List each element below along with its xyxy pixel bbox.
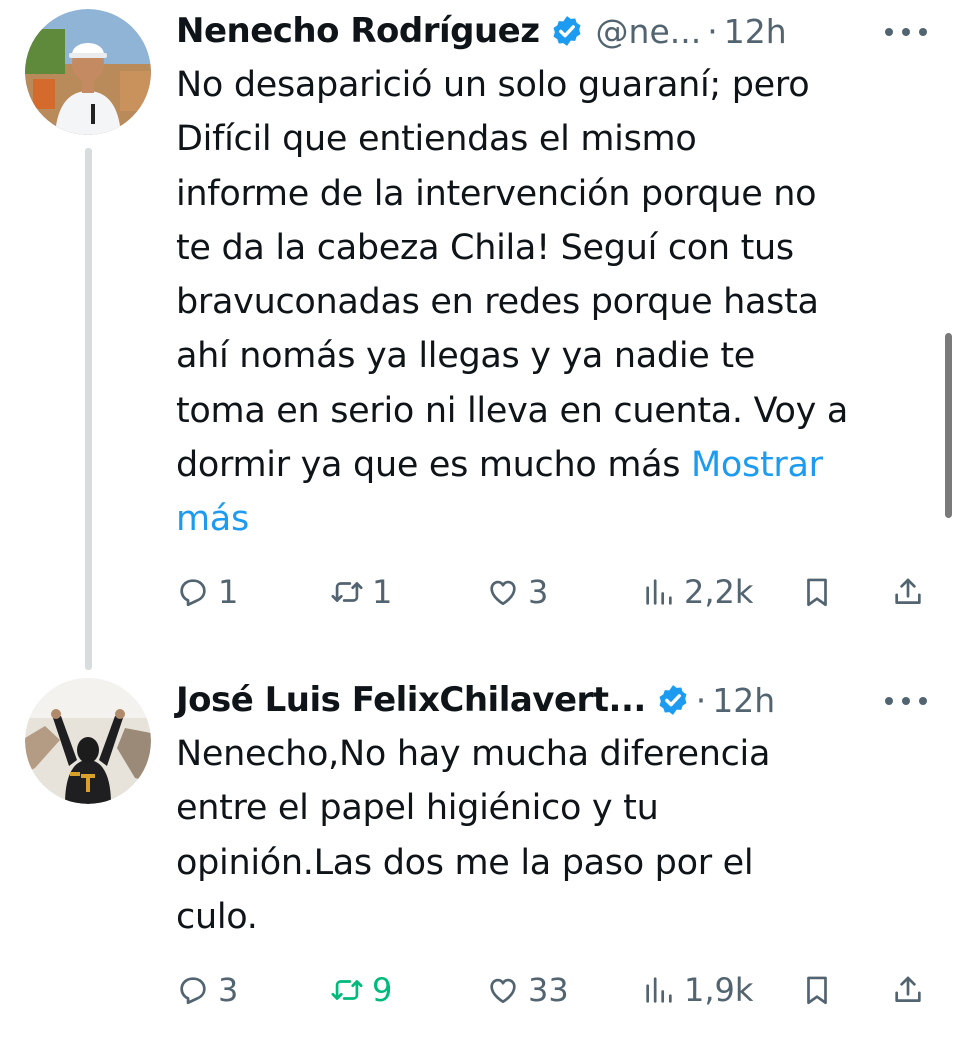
like-icon: [490, 978, 516, 1004]
share-icon: [895, 578, 921, 604]
retweet-count: 9: [372, 971, 393, 1009]
more-icon[interactable]: [885, 17, 927, 47]
tweet-text-line: bravuconadas en redes porque hasta: [176, 282, 819, 323]
views-button[interactable]: 2,2k: [642, 567, 753, 617]
tweet-text: Nenecho,No hay mucha diferencia entre el…: [176, 727, 936, 944]
share-icon: [895, 976, 921, 1002]
reply-count: 1: [218, 573, 239, 611]
tweet-text-line: entre el papel higiénico y tu: [176, 788, 659, 829]
avatar[interactable]: [25, 678, 151, 804]
verified-badge-icon: [553, 16, 580, 46]
views-icon: [646, 579, 672, 605]
tweet-actions: 3 9 33 1,9k: [176, 965, 936, 1015]
like-icon: [490, 580, 516, 606]
tweet-text-fragment: dormir ya que es mucho más: [176, 445, 681, 486]
avatar-celebration-image: [25, 678, 151, 804]
show-more-link[interactable]: Mostrar: [691, 445, 823, 485]
retweet-icon: [331, 980, 363, 1000]
reply-button[interactable]: 1: [176, 567, 238, 617]
tweet-text-line: informe de la intervención porque no: [176, 173, 817, 214]
author-display-name[interactable]: Nenecho Rodríguez: [176, 11, 540, 51]
tweet-text-line: toma en serio ni lleva en cuenta. Voy a: [176, 390, 848, 431]
reply-icon: [180, 579, 206, 607]
tweet-text-line: No desaparició un solo guaraní; pero: [176, 65, 810, 105]
separator-dot: ·: [707, 11, 718, 51]
tweet-timestamp[interactable]: 12h: [724, 12, 787, 51]
author-handle[interactable]: @ne...: [596, 12, 702, 51]
tweet-text-line: opinión.Las dos me la paso por el: [176, 842, 754, 883]
separator-dot: ·: [695, 680, 707, 720]
views-button[interactable]: 1,9k: [642, 965, 753, 1015]
reply-button[interactable]: 3: [176, 965, 238, 1015]
share-button[interactable]: [891, 965, 925, 1015]
reply-count: 3: [218, 971, 239, 1009]
more-icon[interactable]: [885, 686, 927, 716]
tweet-text-line: culo.: [176, 896, 258, 937]
views-icon: [646, 977, 672, 1003]
bookmark-button[interactable]: [800, 965, 834, 1015]
tweet-text: No desaparició un solo guaraní; pero Dif…: [176, 58, 936, 547]
like-button[interactable]: 33: [486, 965, 569, 1015]
bookmark-icon: [807, 578, 827, 607]
thread-connector-line: [85, 148, 92, 670]
reply-icon: [180, 977, 206, 1005]
views-count: 1,9k: [684, 971, 754, 1009]
share-button[interactable]: [891, 567, 925, 617]
scrollbar[interactable]: [945, 333, 952, 518]
avatar[interactable]: [25, 9, 151, 135]
tweet-timestamp[interactable]: 12h: [712, 681, 775, 720]
tweet-text-line: ahí nomás ya llegas y ya nadie te: [176, 336, 755, 377]
bookmark-button[interactable]: [800, 567, 834, 617]
retweet-button[interactable]: 9: [330, 965, 392, 1015]
views-count: 2,2k: [684, 573, 754, 611]
retweet-button[interactable]: 1: [330, 567, 392, 617]
tweet-header: José Luis FelixChilavert... · 12h: [176, 669, 775, 731]
tweet-text-line-last: dormir ya que es mucho más Mostrar: [176, 438, 936, 492]
tweet-text-line: Difícil que entiendas el mismo: [176, 119, 697, 160]
retweet-count: 1: [372, 573, 393, 611]
like-count: 3: [528, 573, 549, 611]
retweet-icon: [331, 582, 363, 602]
like-count: 33: [528, 971, 569, 1009]
tweet-text-line: te da la cabeza Chila! Seguí con tus: [176, 227, 794, 268]
verified-badge-icon: [659, 685, 687, 715]
tweet-text-line: Nenecho,No hay mucha diferencia: [176, 734, 771, 774]
author-display-name[interactable]: José Luis FelixChilavert...: [176, 680, 646, 720]
avatar-hardhat-image: [25, 9, 151, 135]
tweet-actions: 1 1 3 2,2k: [176, 567, 936, 617]
show-more-link-continued[interactable]: más: [176, 492, 936, 546]
like-button[interactable]: 3: [486, 567, 548, 617]
bookmark-icon: [807, 976, 827, 1005]
tweet-header: Nenecho Rodríguez @ne... · 12h: [176, 0, 787, 62]
